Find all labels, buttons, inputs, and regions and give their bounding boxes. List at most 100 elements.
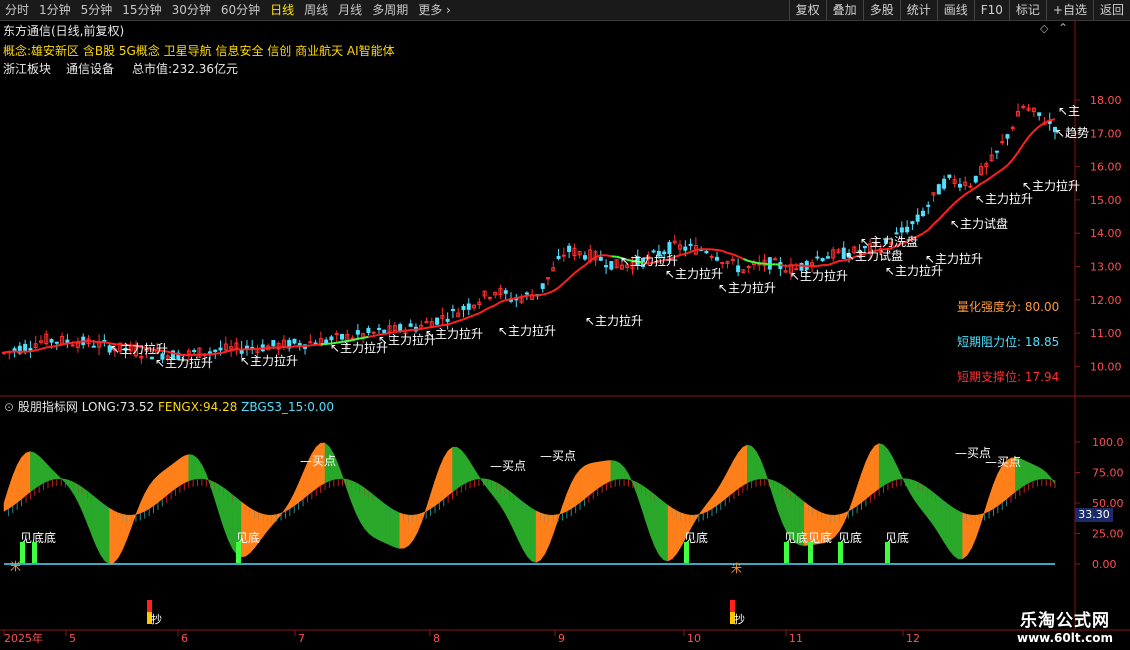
x-tick-label: 2025年 xyxy=(4,631,43,645)
oscillator-band xyxy=(109,507,115,565)
ma-segment xyxy=(932,218,940,225)
ma-segment xyxy=(315,343,322,346)
oscillator-band xyxy=(887,448,893,484)
oscillator-band xyxy=(927,487,933,524)
ma-segment xyxy=(1006,158,1014,167)
candle-body xyxy=(192,350,197,353)
tab-period[interactable]: 月线 xyxy=(333,0,367,20)
oscillator-band xyxy=(210,480,216,501)
oscillator-band xyxy=(289,493,295,510)
oscillator-band xyxy=(676,510,682,555)
oscillator-band xyxy=(38,455,44,486)
oscillator-band xyxy=(430,480,436,510)
oscillator-band xyxy=(135,503,141,515)
oscillator-band xyxy=(720,475,726,504)
ma-segment xyxy=(463,316,470,321)
ma-segment xyxy=(938,213,945,220)
rice-mark: 米 xyxy=(731,562,742,575)
oscillator-band xyxy=(364,487,370,535)
ma-segment xyxy=(537,293,543,297)
candle-body xyxy=(445,318,450,322)
oscillator-band xyxy=(474,468,480,480)
tab-period[interactable]: 周线 xyxy=(299,0,333,20)
ma-segment xyxy=(573,268,581,275)
candle-body xyxy=(466,303,471,310)
candle-body xyxy=(894,232,899,235)
tab-period[interactable]: 60分钟 xyxy=(216,0,265,20)
tab-period[interactable]: 30分钟 xyxy=(167,0,216,20)
oscillator-band xyxy=(390,507,396,548)
price-tick-label: 10.00 xyxy=(1090,360,1122,373)
ma-segment xyxy=(552,286,560,292)
oscillator-band xyxy=(342,476,348,490)
oscillator-band xyxy=(276,512,282,521)
ma-segment xyxy=(964,190,972,196)
candle-body xyxy=(461,305,466,310)
tab-period[interactable]: 15分钟 xyxy=(117,0,166,20)
ma-segment xyxy=(954,197,961,204)
multi-stock-button[interactable]: 多股 xyxy=(862,0,900,20)
oscillator-band xyxy=(184,454,189,484)
candle-body xyxy=(746,265,751,268)
oscillator-band xyxy=(69,480,75,496)
signal-label: ↖主力拉升 xyxy=(718,280,776,295)
candle-body xyxy=(355,330,360,335)
tab-more[interactable]: 更多 › xyxy=(413,0,456,20)
mark-button[interactable]: 标记 xyxy=(1008,0,1046,20)
bottom-marker-bar xyxy=(838,542,843,563)
fuquan-button[interactable]: 复权 xyxy=(788,0,826,20)
oscillator-band xyxy=(746,444,752,484)
ma-segment xyxy=(304,344,311,348)
oscillator-band xyxy=(3,488,9,512)
signal-label: ↖主力拉升 xyxy=(110,341,168,356)
buy-point-label: —买点 xyxy=(300,454,336,468)
signal-label: ↖主力拉升 xyxy=(665,266,723,281)
bottom-marker-bar xyxy=(784,542,789,563)
ma-segment xyxy=(959,193,966,200)
oscillator-band xyxy=(1037,466,1043,480)
oscillator-band xyxy=(900,474,906,485)
oscillator-band xyxy=(16,456,22,504)
add-watchlist-button[interactable]: +自选 xyxy=(1045,0,1093,20)
ma-segment xyxy=(77,340,84,343)
oscillator-band xyxy=(381,501,387,544)
oscillator-band xyxy=(56,473,62,479)
candle-body xyxy=(329,336,334,341)
ma-segment xyxy=(56,343,63,347)
oscillator-band xyxy=(905,478,911,493)
signal-label: ↖主力拉升 xyxy=(620,253,678,268)
tab-period-daily[interactable]: 日线 xyxy=(265,0,299,20)
oscillator-band xyxy=(544,514,550,554)
oscillator-band xyxy=(175,458,181,490)
stats-button[interactable]: 统计 xyxy=(899,0,937,20)
tab-period[interactable]: 分时 xyxy=(0,0,34,20)
oscillator-band xyxy=(122,514,128,550)
f10-button[interactable]: F10 xyxy=(973,0,1009,20)
ma-segment xyxy=(252,347,258,351)
draw-line-button[interactable]: 画线 xyxy=(936,0,974,20)
oscillator-band xyxy=(47,464,53,482)
candle-body xyxy=(910,221,915,225)
kline-chart[interactable]: 18.00 17.00 16.00 15.00 14.00 13.00 12.00 11.00… xyxy=(0,20,1130,650)
back-button[interactable]: 返回 xyxy=(1092,0,1130,20)
oscillator-band xyxy=(82,487,88,525)
candle-body xyxy=(1000,141,1005,144)
ma-segment xyxy=(104,341,110,345)
ma-segment xyxy=(368,335,374,338)
oscillator-band xyxy=(228,490,233,550)
price-tick-label: 13.00 xyxy=(1090,261,1122,274)
ma-segment xyxy=(969,186,977,192)
ma-segment xyxy=(684,250,691,255)
ma-segment xyxy=(67,341,73,345)
oscillator-band xyxy=(768,478,774,498)
bottom-marker-bar xyxy=(684,542,689,563)
ma-segment xyxy=(568,272,576,279)
tab-period[interactable]: 1分钟 xyxy=(34,0,76,20)
tab-period[interactable]: 5分钟 xyxy=(76,0,118,20)
ma-segment xyxy=(1049,118,1056,122)
oscillator-band xyxy=(658,497,664,561)
ma-segment xyxy=(521,294,528,298)
candle-body xyxy=(704,250,709,254)
tab-period[interactable]: 多周期 xyxy=(367,0,413,20)
overlay-button[interactable]: 叠加 xyxy=(825,0,863,20)
